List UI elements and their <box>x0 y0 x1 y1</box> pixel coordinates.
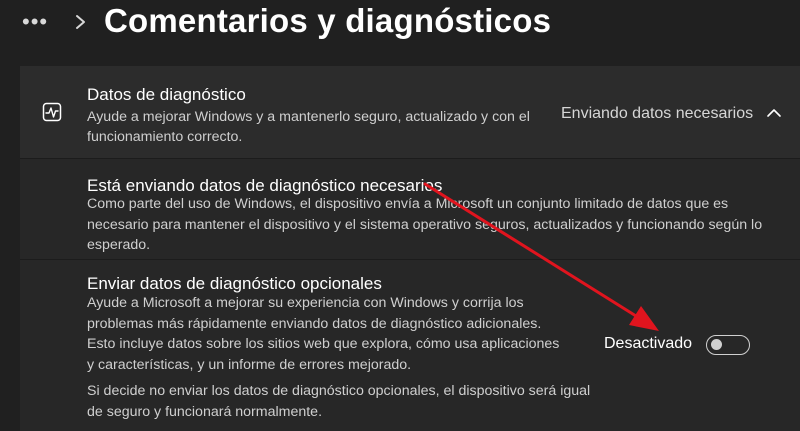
required-data-title: Está enviando datos de diagnóstico neces… <box>87 176 443 195</box>
diagnostic-data-card: Datos de diagnóstico Ayude a mejorar Win… <box>20 66 800 431</box>
diagnostic-pulse-icon <box>42 102 62 122</box>
chevron-right-icon <box>76 15 85 29</box>
optional-data-toggle[interactable] <box>706 335 750 355</box>
toggle-knob <box>711 339 722 350</box>
optional-data-note: Si decide no enviar los datos de diagnós… <box>87 383 591 420</box>
chevron-up-icon[interactable] <box>765 105 783 121</box>
page-title: Comentarios y diagnósticos <box>104 2 552 39</box>
more-horizontal-icon[interactable]: ••• <box>22 10 52 34</box>
required-data-description: Como parte del uso de Windows, el dispos… <box>87 196 763 253</box>
page-header: ••• Comentarios y diagnósticos <box>0 0 800 62</box>
required-data-section: Está enviando datos de diagnóstico neces… <box>20 159 800 260</box>
optional-data-title: Enviar datos de diagnóstico opcionales <box>87 274 382 293</box>
optional-data-description: Ayude a Microsoft a mejorar su experienc… <box>87 295 560 373</box>
diagnostic-data-title: Datos de diagnóstico <box>87 85 246 104</box>
diagnostic-data-expander[interactable]: Datos de diagnóstico Ayude a mejorar Win… <box>20 66 800 159</box>
diagnostic-data-description: Ayude a mejorar Windows y a mantenerlo s… <box>87 109 530 145</box>
optional-data-toggle-label: Desactivado <box>604 335 693 352</box>
optional-data-section: Enviar datos de diagnóstico opcionales A… <box>20 260 800 431</box>
diagnostic-data-status: Enviando datos necesarios <box>561 105 754 122</box>
